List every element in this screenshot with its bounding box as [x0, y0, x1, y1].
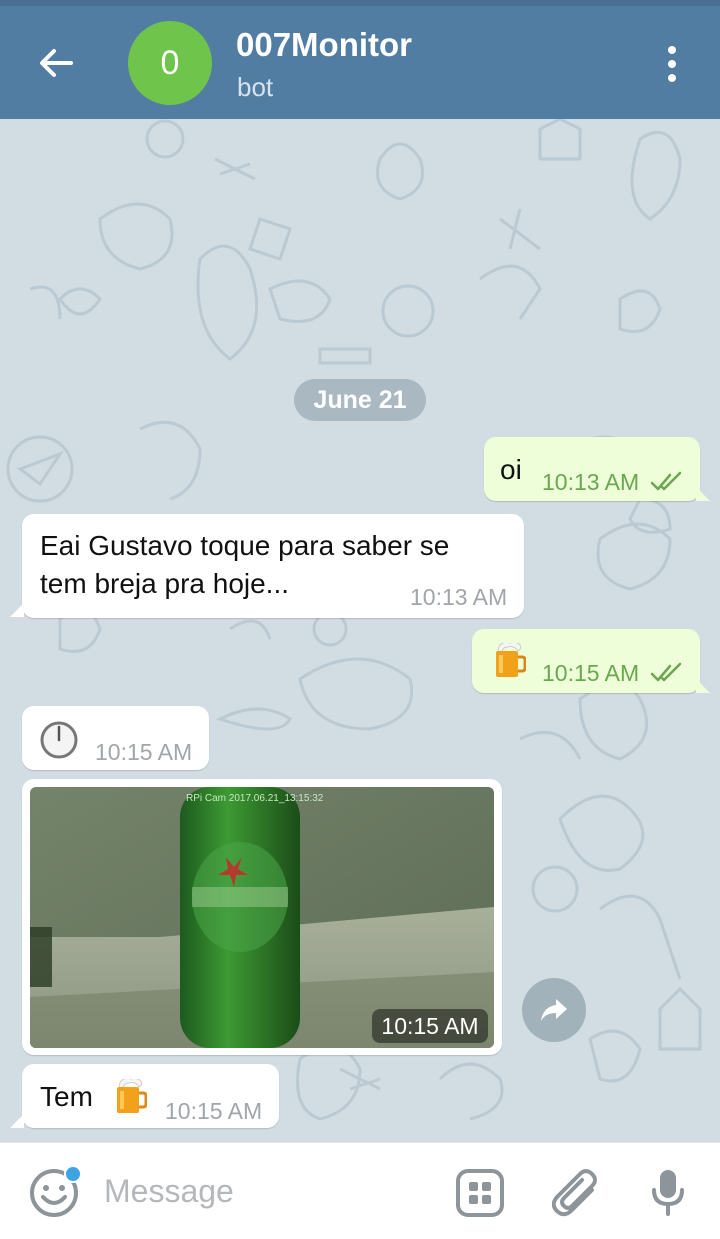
bubble-tail — [10, 1114, 24, 1128]
bot-keyboard-icon — [456, 1169, 504, 1217]
message-time: 10:13 AM — [410, 584, 508, 610]
bubble-tail — [696, 679, 710, 693]
message-text: oi — [500, 454, 522, 485]
date-separator: June 21 — [294, 379, 426, 421]
arrow-left-icon — [40, 49, 73, 77]
message-time: 10:13 AM — [542, 469, 640, 495]
double-check-icon — [650, 471, 682, 491]
chat-header: 0 007Monitor bot — [0, 6, 720, 119]
message-time: 10:15 AM — [95, 739, 193, 765]
paperclip-icon — [552, 1169, 597, 1217]
bot-commands-button[interactable] — [454, 1167, 506, 1219]
beer-mug-icon — [496, 643, 526, 677]
chat-title[interactable]: 007Monitor — [236, 26, 412, 64]
beer-mug-icon — [117, 1079, 147, 1113]
more-vertical-icon — [668, 46, 676, 54]
bubble-tail — [696, 487, 710, 501]
message-list[interactable]: June 21 oi 10:13 AM Eai Gustavo toque pa… — [0, 119, 720, 1142]
avatar[interactable]: 0 — [128, 21, 212, 105]
svg-text:RPi Cam 2017.06.21_13:15:32: RPi Cam 2017.06.21_13:15:32 — [186, 793, 324, 804]
message-text: Tem — [40, 1081, 93, 1112]
message-text-line: Eai Gustavo toque para saber se — [40, 530, 450, 561]
photo-time: 10:15 AM — [372, 1009, 488, 1043]
microphone-icon — [652, 1170, 684, 1216]
message-input[interactable] — [104, 1169, 434, 1213]
bubble-tail — [10, 603, 24, 617]
message-composer — [0, 1142, 720, 1239]
clock-icon — [40, 721, 78, 759]
attach-button[interactable] — [550, 1167, 602, 1219]
forward-button[interactable] — [522, 978, 586, 1042]
notification-dot — [64, 1165, 82, 1183]
message-time: 10:15 AM — [165, 1098, 263, 1124]
share-arrow-icon — [541, 999, 567, 1021]
more-options-button[interactable] — [650, 42, 694, 86]
back-button[interactable] — [28, 40, 82, 86]
double-check-icon — [650, 662, 682, 682]
voice-record-button[interactable] — [642, 1167, 694, 1219]
message-time: 10:15 AM — [542, 660, 640, 686]
chat-subtitle: bot — [237, 72, 274, 102]
message-text-line: tem breja pra hoje... — [40, 568, 290, 599]
